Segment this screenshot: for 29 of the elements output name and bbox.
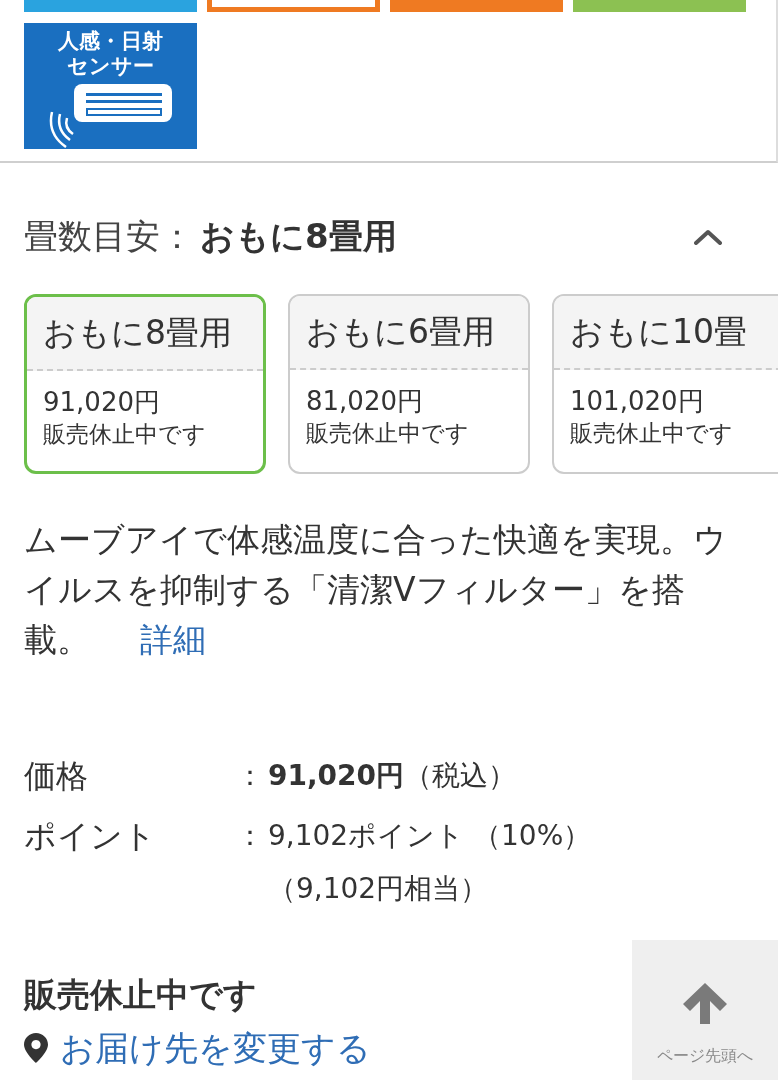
option-label: おもに10畳: [570, 310, 747, 353]
option-label: おもに6畳用: [306, 310, 495, 353]
price-row-value: 91,020円（税込）: [268, 758, 518, 794]
price-row-note: （9,102円相当）: [268, 871, 490, 907]
row-separator: ：: [236, 818, 265, 854]
change-delivery-link[interactable]: お届け先を変更する: [24, 1023, 371, 1073]
size-option-card[interactable]: おもに8畳用 91,020円 販売休止中です: [24, 294, 266, 474]
location-pin-icon: [24, 1033, 48, 1063]
size-option-card[interactable]: おもに10畳 101,020円 販売休止中です: [552, 294, 778, 474]
price-row-value: 9,102ポイント （10%）: [268, 818, 593, 854]
price-row-label: ポイント: [24, 816, 157, 857]
price-row-label: 価格: [24, 756, 89, 797]
badge-text: センサー: [67, 54, 154, 79]
chevron-up-icon[interactable]: [694, 229, 722, 245]
row-separator: ：: [236, 758, 265, 794]
option-price: 81,020円: [306, 385, 423, 417]
size-value: おもに8畳用: [200, 215, 397, 258]
size-option-card[interactable]: おもに6畳用 81,020円 販売休止中です: [288, 294, 530, 474]
option-status: 販売休止中です: [570, 419, 733, 448]
details-link[interactable]: 詳細: [140, 620, 206, 659]
availability-status: 販売休止中です: [24, 974, 257, 1016]
option-label: おもに8畳用: [43, 311, 232, 354]
option-status: 販売休止中です: [43, 420, 206, 449]
option-price: 101,020円: [570, 385, 704, 417]
badge-text: 人感・日射: [58, 29, 163, 54]
description-text: ムーブアイで体感温度に合った快適を実現。ウイルスを抑制する「清潔Vフィルター」を搭載。 詳細: [24, 519, 728, 661]
option-price: 91,020円: [43, 386, 160, 418]
size-label: 畳数目安：: [24, 215, 194, 258]
option-status: 販売休止中です: [306, 419, 469, 448]
